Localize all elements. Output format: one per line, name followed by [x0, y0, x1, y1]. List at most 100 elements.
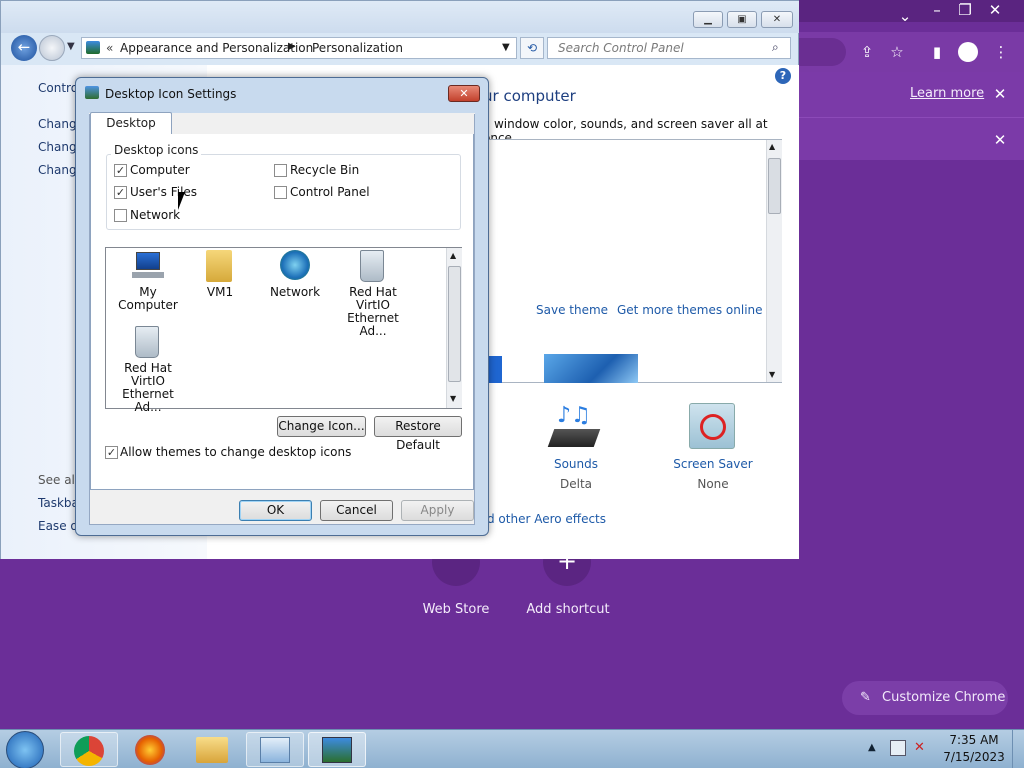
search-input[interactable]: Search Control Panel ⌕: [547, 37, 791, 59]
sounds-link[interactable]: Sounds: [534, 457, 618, 471]
icon-list-scrollbar[interactable]: ▲ ▼: [446, 248, 462, 408]
icon-list[interactable]: ▲ ▼ My Computer VM1 Network Red Hat Virt…: [105, 247, 462, 414]
close-button[interactable]: ✕: [761, 11, 793, 28]
taskbar-link[interactable]: Taskba: [38, 496, 79, 510]
chrome-tab-strip: ⌄ – ❐ ✕: [798, 0, 1024, 25]
action-center-icon[interactable]: [890, 740, 906, 756]
clock-time[interactable]: 7:35 AM: [944, 733, 1004, 747]
taskbar-desktop-icon-settings[interactable]: [308, 732, 366, 767]
breadcrumb-appearance[interactable]: Appearance and Personalization: [120, 41, 313, 55]
users-files-checkbox[interactable]: ✓: [114, 186, 127, 199]
recycle-bin-empty-label[interactable]: Red Hat VirtIO Ethernet Ad...: [108, 362, 188, 414]
show-hidden-icons-icon[interactable]: ▲: [868, 742, 876, 753]
get-more-themes-link[interactable]: Get more themes online: [617, 303, 763, 317]
omnibox[interactable]: [798, 38, 846, 66]
back-arrow-icon[interactable]: ←: [11, 35, 37, 61]
page-heading: ur computer: [483, 87, 576, 105]
close-icon[interactable]: ✕: [989, 84, 1011, 104]
more-menu-icon[interactable]: ⋮: [990, 42, 1012, 62]
themes-scrollbar[interactable]: ▲ ▼: [766, 140, 782, 382]
minimize-button[interactable]: ▁: [693, 11, 723, 28]
side-panel-icon[interactable]: ▮: [926, 42, 948, 62]
address-dropdown-icon[interactable]: ▼: [502, 42, 510, 53]
taskbar-chrome[interactable]: [60, 732, 118, 767]
change-icon-button[interactable]: Change Icon...: [277, 416, 366, 437]
my-computer-label[interactable]: My Computer: [110, 286, 186, 312]
dialog-icon: [85, 86, 99, 99]
recent-pages-chevron-icon[interactable]: ▼: [67, 41, 75, 52]
firefox-icon: [135, 735, 165, 765]
customize-chrome-button[interactable]: ✎ Customize Chrome: [842, 681, 1008, 715]
tab-desktop-icons[interactable]: Desktop Icons: [90, 112, 172, 151]
network-icon[interactable]: [280, 250, 310, 280]
computer-checkbox[interactable]: ✓: [114, 164, 127, 177]
control-panel-label[interactable]: Control Panel: [290, 185, 370, 199]
scroll-up-icon[interactable]: ▲: [450, 251, 456, 260]
profile-avatar-icon[interactable]: [958, 42, 978, 62]
theme-thumbnail[interactable]: [544, 354, 638, 383]
scrollbar-thumb[interactable]: [768, 158, 781, 214]
learn-more-link[interactable]: Learn more: [910, 86, 984, 101]
ok-button[interactable]: OK: [239, 500, 312, 521]
add-shortcut-label[interactable]: Add shortcut: [518, 602, 618, 617]
sounds-icon[interactable]: ♪♫: [547, 403, 601, 451]
network-checkbox[interactable]: [114, 209, 127, 222]
clock-date[interactable]: 7/15/2023: [940, 750, 1008, 764]
recycle-bin-empty-icon[interactable]: [135, 326, 159, 358]
aero-effects-link[interactable]: d other Aero effects: [487, 512, 606, 526]
users-files-label[interactable]: User's Files: [130, 185, 197, 199]
computer-label[interactable]: Computer: [130, 163, 190, 177]
save-theme-link[interactable]: Save theme: [536, 303, 608, 317]
scrollbar-thumb[interactable]: [448, 266, 461, 382]
scroll-down-icon[interactable]: ▼: [769, 370, 775, 379]
show-desktop-button[interactable]: [1012, 730, 1024, 768]
refresh-icon[interactable]: ⟲: [520, 37, 544, 59]
allow-themes-checkbox[interactable]: ✓: [105, 446, 118, 459]
recycle-bin-checkbox[interactable]: [274, 164, 287, 177]
taskbar-firefox[interactable]: [122, 732, 180, 767]
cancel-button[interactable]: Cancel: [320, 500, 393, 521]
chevron-down-icon[interactable]: ⌄: [894, 6, 916, 26]
sounds-value: Delta: [559, 477, 592, 491]
help-icon[interactable]: ?: [775, 68, 791, 84]
dialog-close-button[interactable]: ✕: [448, 85, 480, 102]
my-computer-icon[interactable]: [132, 252, 164, 280]
user-folder-icon[interactable]: [206, 250, 232, 282]
maximize-button[interactable]: ▣: [727, 11, 757, 28]
breadcrumb-personalization[interactable]: Personalization: [312, 41, 403, 55]
search-icon[interactable]: ⌕: [772, 40, 779, 55]
network-label[interactable]: Network: [262, 286, 328, 299]
apply-button[interactable]: Apply: [401, 500, 474, 521]
forward-arrow-icon[interactable]: [39, 35, 65, 61]
restore-default-button[interactable]: Restore Default: [374, 416, 462, 452]
screen-saver-link[interactable]: Screen Saver: [669, 457, 757, 471]
window-titlebar: [1, 1, 799, 33]
taskbar-explorer[interactable]: [184, 732, 242, 767]
vm1-label[interactable]: VM1: [188, 286, 252, 299]
volume-muted-icon[interactable]: ✕: [914, 740, 932, 756]
taskbar-control-panel[interactable]: [246, 732, 304, 767]
control-panel-checkbox[interactable]: [274, 186, 287, 199]
start-button-icon[interactable]: [6, 731, 44, 768]
control-panel-icon: [86, 41, 100, 54]
group-label: Desktop icons: [111, 143, 202, 157]
bookmark-star-icon[interactable]: ☆: [886, 42, 908, 62]
control-panel-home-link[interactable]: Contro: [38, 81, 78, 95]
scroll-up-icon[interactable]: ▲: [769, 142, 775, 151]
chrome-infobar: Learn more ✕: [798, 72, 1024, 118]
address-bar[interactable]: « Appearance and Personalization ▶ Perso…: [81, 37, 517, 59]
restore-icon[interactable]: ❐: [954, 0, 976, 20]
web-store-label[interactable]: Web Store: [406, 602, 506, 617]
recycle-bin-full-label[interactable]: Red Hat VirtIO Ethernet Ad...: [332, 286, 414, 338]
minimize-icon[interactable]: –: [926, 0, 948, 20]
close-icon[interactable]: ✕: [989, 130, 1011, 150]
recycle-bin-label[interactable]: Recycle Bin: [290, 163, 359, 177]
themes-list[interactable]: ▲ ▼ Save theme Get more themes online: [483, 139, 782, 383]
screen-saver-icon[interactable]: [689, 403, 735, 449]
scroll-down-icon[interactable]: ▼: [450, 394, 456, 403]
allow-themes-label[interactable]: Allow themes to change desktop icons: [120, 445, 351, 459]
network-label[interactable]: Network: [130, 208, 180, 222]
recycle-bin-icon[interactable]: [360, 250, 384, 282]
share-icon[interactable]: ⇪: [856, 42, 878, 62]
close-icon[interactable]: ✕: [984, 0, 1006, 20]
